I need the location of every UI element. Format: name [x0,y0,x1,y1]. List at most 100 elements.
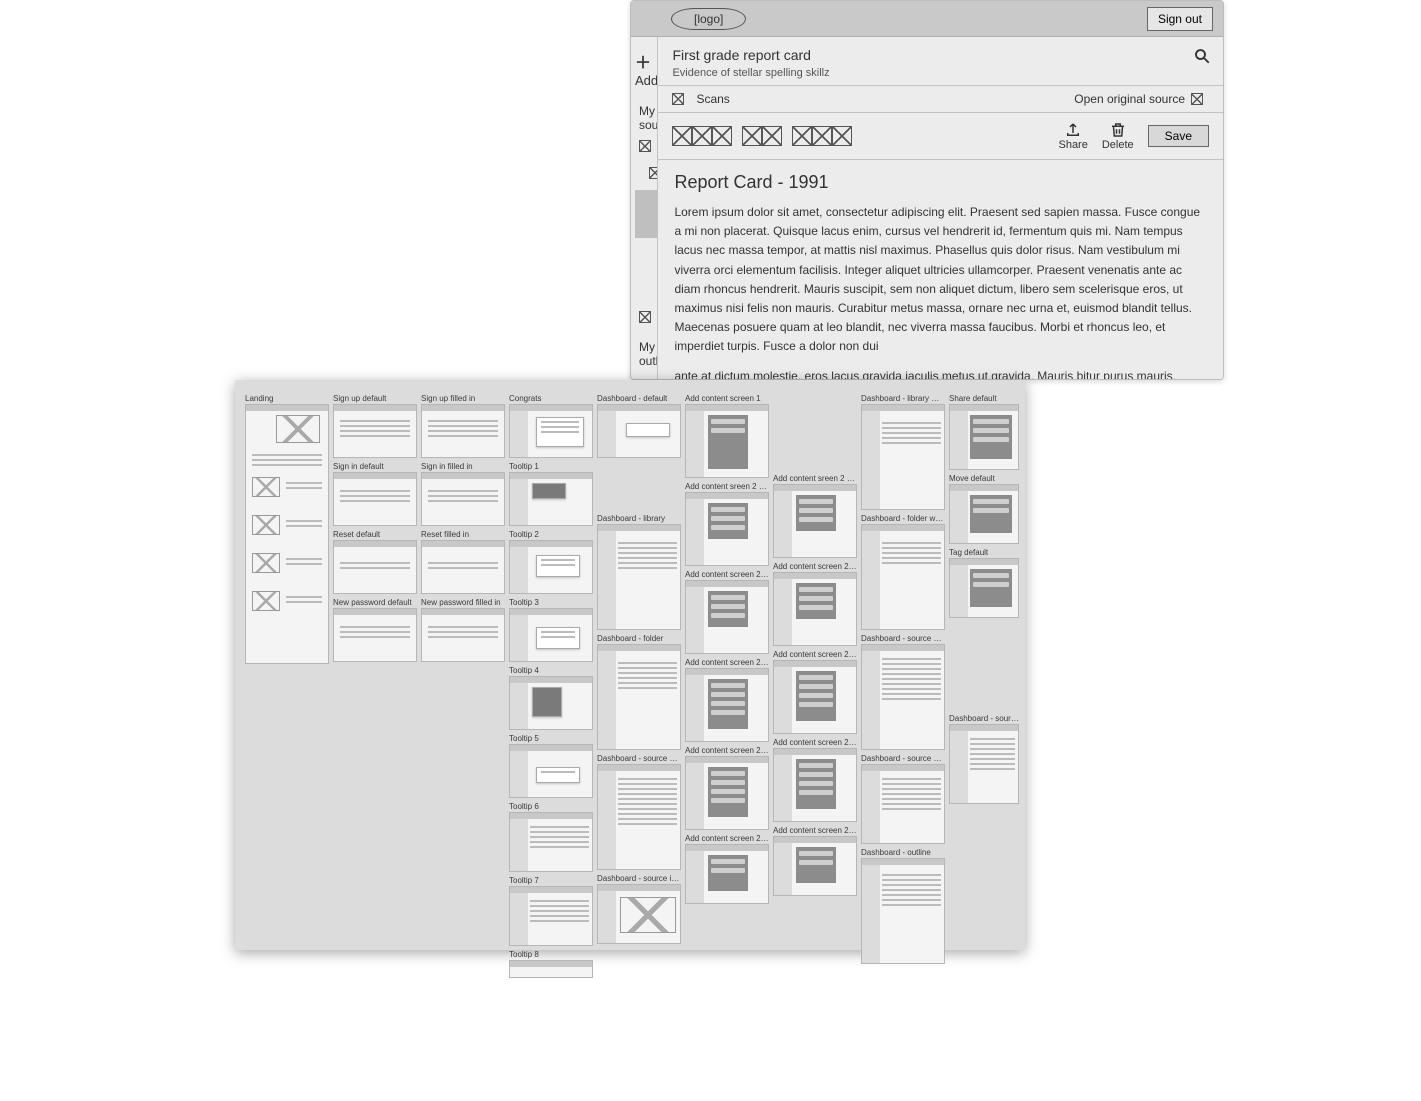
thumb-landing[interactable] [245,404,329,664]
thumb-label: Share default [949,394,1019,403]
open-original-link[interactable]: Open original source [1074,92,1209,106]
thumb-label: Add content sreen 2 - lib... [685,482,769,491]
thumb-label: New password default [333,598,417,607]
sign-out-button[interactable]: Sign out [1147,7,1213,31]
thumb-label: Move default [949,474,1019,483]
thumb-label: Tag default [949,548,1019,557]
sidebar-item-early-years[interactable]: Early years [635,156,653,190]
thumb-tooltip-6[interactable] [509,812,593,872]
thumb-label: Sign in filled in [421,462,505,471]
format-icon[interactable] [692,126,712,146]
thumb-add-2-lib-b[interactable] [773,484,857,558]
save-button[interactable]: Save [1148,125,1209,147]
thumb-dash-source-doc2[interactable] [861,644,945,750]
thumb-label: Dashboard - library with ... [861,394,945,403]
dashboard-window: [logo] Sign out ＋Add My sources Autobiog… [630,0,1224,380]
share-icon [1064,121,1082,139]
sidebar-item-autobiography[interactable]: Autobiography [635,136,653,156]
thumb-share-default[interactable] [949,404,1019,470]
thumb-dash-outline[interactable] [861,858,945,964]
thumb-add-2-f-b[interactable] [773,572,857,646]
share-button[interactable]: Share [1058,121,1087,151]
thumb-add-2-y-b[interactable] [773,748,857,822]
thumb-label: Dashboard - source web... [861,754,945,763]
thumb-add-2-c[interactable] [685,844,769,904]
thumb-signup-default[interactable] [333,404,417,458]
search-icon[interactable] [1193,47,1211,68]
thumb-newpw-default[interactable] [333,608,417,662]
thumb-dash-source-doc[interactable] [597,764,681,870]
main-header: First grade report card Evidence of stel… [658,37,1223,86]
thumb-add-2-z-b[interactable] [773,836,857,896]
content-pane[interactable]: Report Card - 1991 Lorem ipsum dolor sit… [658,160,1223,379]
thumb-dash-library[interactable] [597,524,681,630]
thumb-tooltip-3[interactable] [509,608,593,662]
thumb-newpw-filled[interactable] [421,608,505,662]
thumb-tooltip-8[interactable] [509,960,593,978]
thumb-label: Dashboard - default [597,394,681,403]
thumb-reset-filled[interactable] [421,540,505,594]
thumb-signin-filled[interactable] [421,472,505,526]
thumb-label: Landing [245,394,329,403]
delete-button[interactable]: Delete [1102,121,1134,151]
thumb-dash-source-image[interactable] [597,884,681,944]
share-label: Share [1058,139,1087,151]
placeholder-icon [639,140,651,152]
thumb-signup-filled[interactable] [421,404,505,458]
thumb-dash-default[interactable] [597,404,681,458]
format-group-1[interactable] [672,126,732,146]
format-icon[interactable] [762,126,782,146]
thumb-tooltip-7[interactable] [509,886,593,946]
topbar: [logo] Sign out [631,1,1223,37]
page-subtitle: Evidence of stellar spelling skillz [672,67,1209,79]
sidebar-item-my-23[interactable]: My 23 and m... [635,238,658,300]
thumb-add-2-a[interactable] [685,668,769,742]
thumb-label: Dashboard - folder [597,634,681,643]
thumb-add-2-f[interactable] [685,580,769,654]
thumb-tooltip-2[interactable] [509,540,593,594]
placeholder-icon [1191,93,1203,105]
thumb-label: Add content screen 2 - ... [773,738,857,747]
logo: [logo] [671,8,746,30]
thumb-dash-library-with[interactable] [861,404,945,510]
thumb-dash-source-web2[interactable] [949,724,1019,804]
thumb-add-2-x-b[interactable] [773,660,857,734]
format-icon[interactable] [672,126,692,146]
thumb-label: New password filled in [421,598,505,607]
format-group-3[interactable] [792,126,852,146]
sidebar: ＋Add My sources Autobiography Early year… [631,37,658,379]
thumb-label: Add content screen 2 - ... [685,746,769,755]
thumb-dash-source-web[interactable] [861,764,945,844]
thumb-tooltip-1[interactable] [509,472,593,526]
thumb-dash-folder[interactable] [597,644,681,750]
format-icon[interactable] [742,126,762,146]
format-icon[interactable] [792,126,812,146]
breadcrumb-left[interactable]: Scans [696,92,729,106]
thumb-label: Add content sreen 2 - lib... [773,474,857,483]
thumb-tag-default[interactable] [949,558,1019,618]
thumb-reset-default[interactable] [333,540,417,594]
thumb-add-2-lib[interactable] [685,492,769,566]
format-group-2[interactable] [742,126,782,146]
thumb-add-2-b[interactable] [685,756,769,830]
sidebar-item-first-grade[interactable]: First grade r... [635,190,658,238]
format-icon[interactable] [832,126,852,146]
thumb-move-default[interactable] [949,484,1019,544]
format-icon[interactable] [812,126,832,146]
add-button[interactable]: ＋Add [635,45,653,98]
thumb-add-1[interactable] [685,404,769,478]
thumb-label: Tooltip 1 [509,462,593,471]
thumb-label: Add content screen 2 - ... [685,834,769,843]
thumb-signin-default[interactable] [333,472,417,526]
thumb-tooltip-5[interactable] [509,744,593,798]
page-title: First grade report card [672,47,1209,63]
sidebar-item-later-years[interactable]: Later years [635,300,653,334]
thumb-label: Dashboard - source doc... [597,754,681,763]
thumb-tooltip-4[interactable] [509,676,593,730]
sidebar-item-outline-1[interactable]: Outline 1 [635,372,653,379]
overview-panel: Landing Sign up default Sign in default [235,380,1025,950]
thumb-congrats[interactable] [509,404,593,458]
thumb-dash-folder-with[interactable] [861,524,945,630]
format-icon[interactable] [712,126,732,146]
thumb-label: Add content screen 2 - ... [773,826,857,835]
